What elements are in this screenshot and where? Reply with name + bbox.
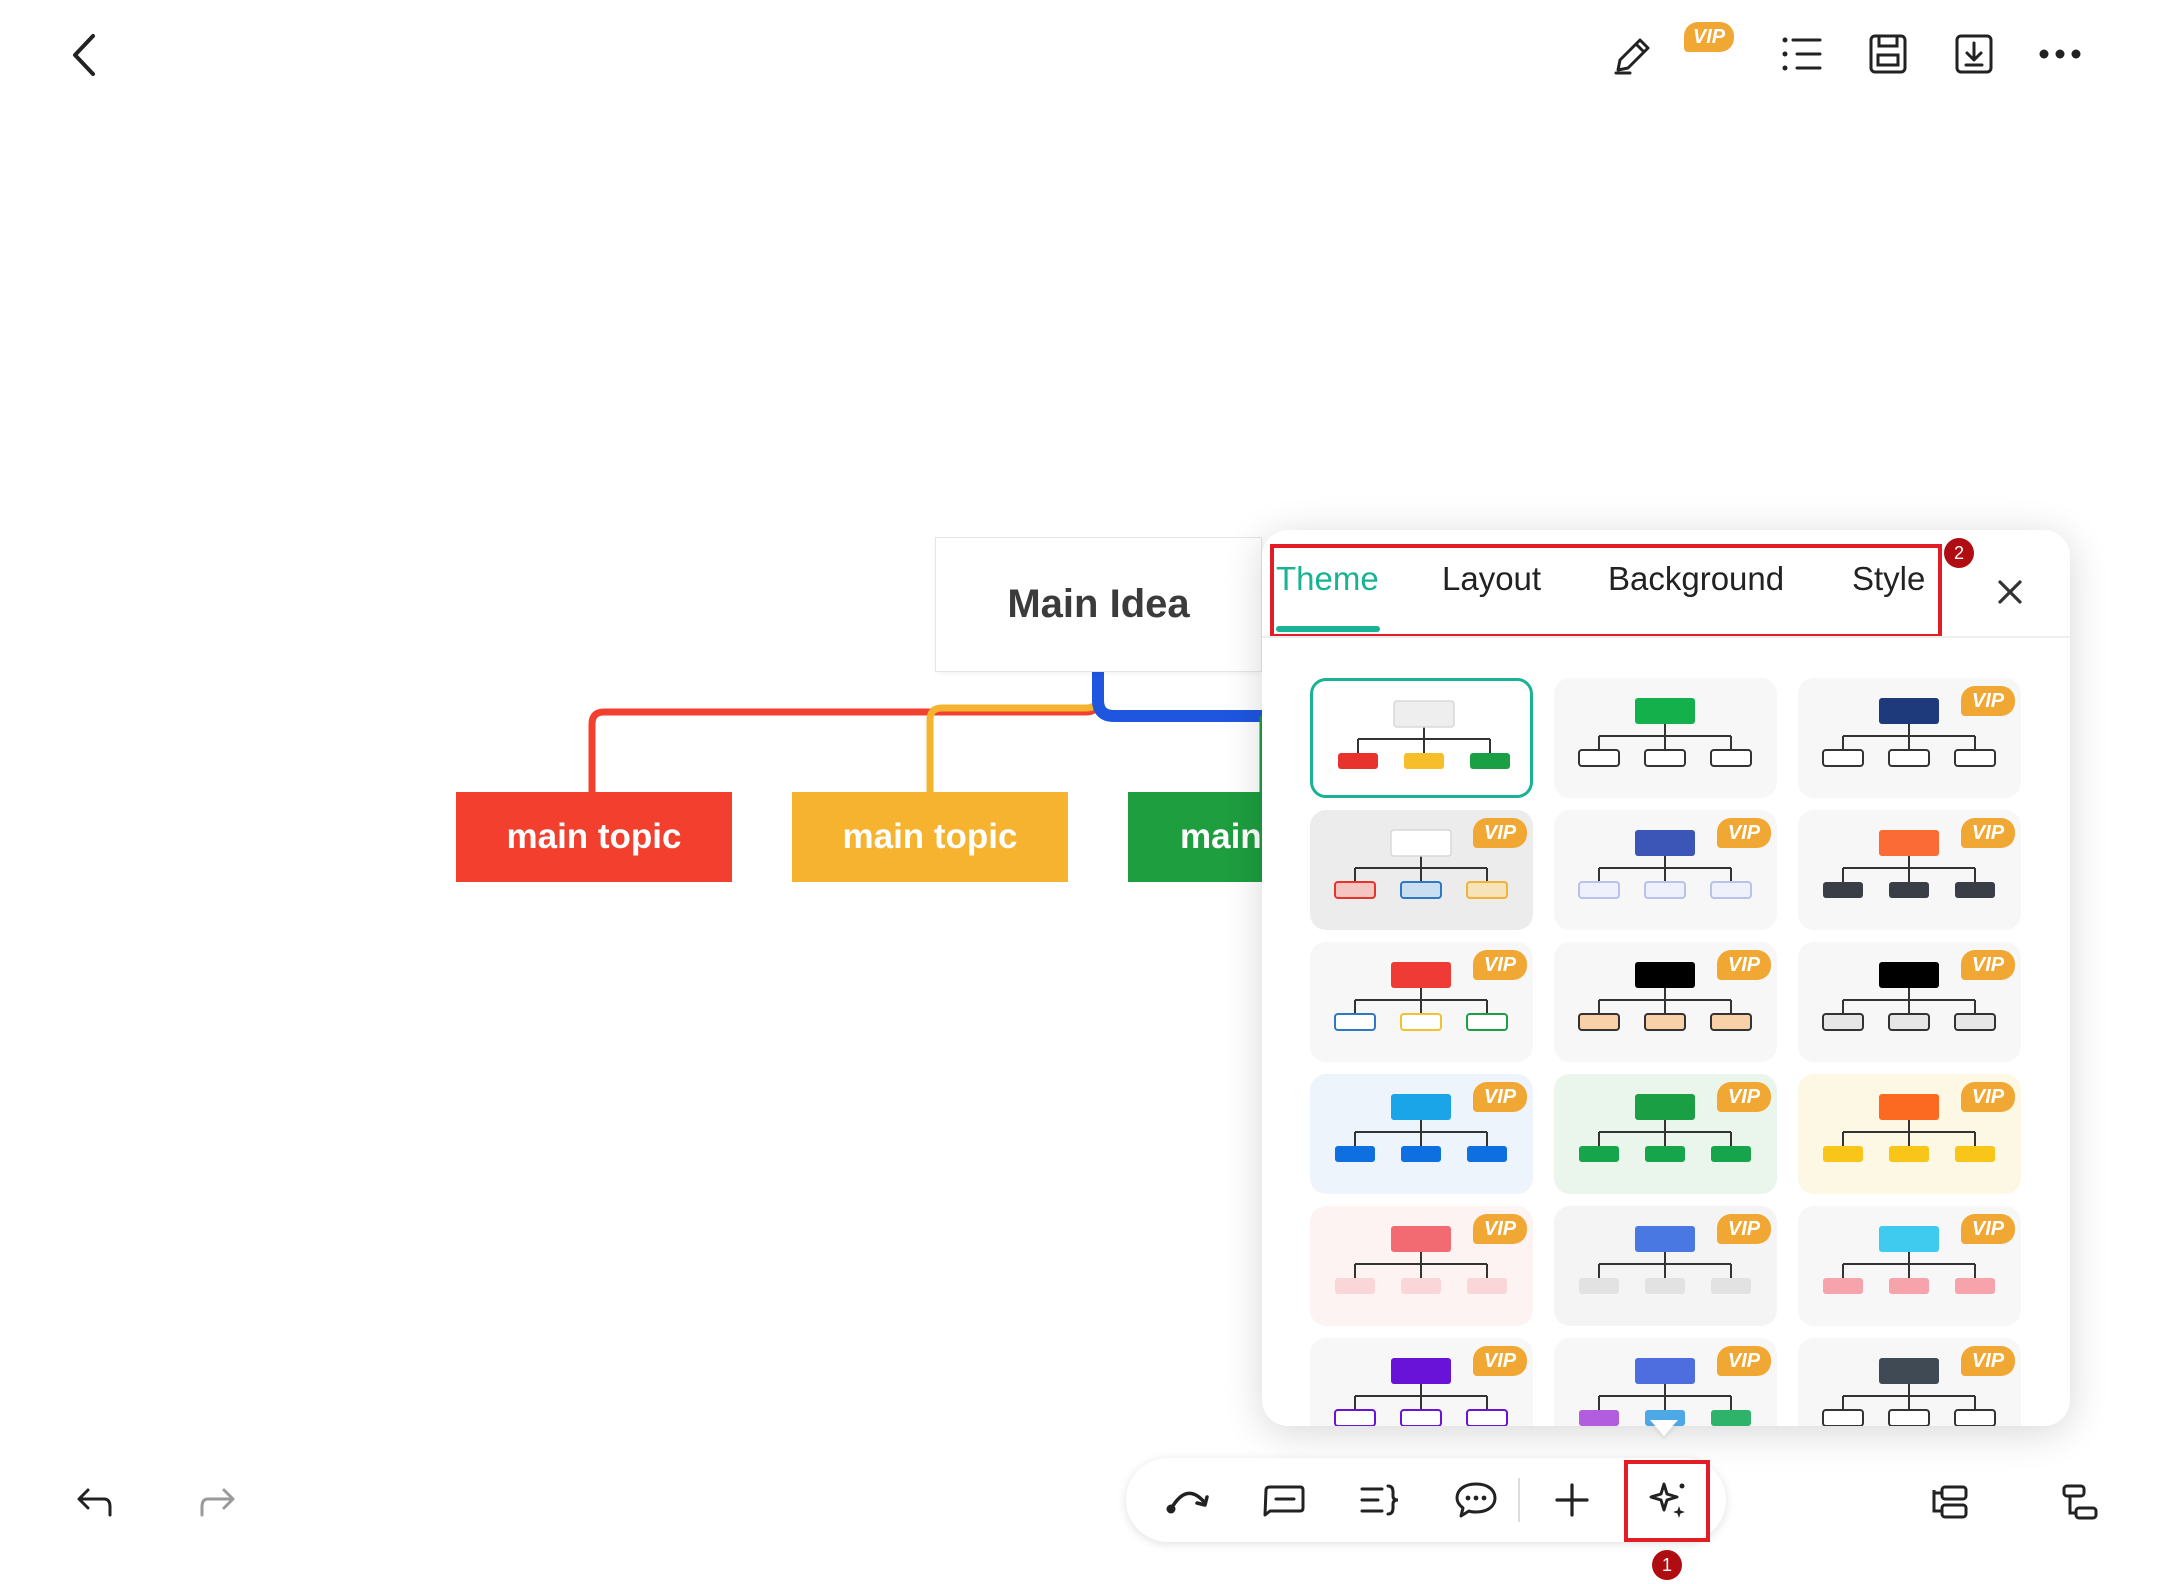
topic-label: main <box>1180 817 1262 856</box>
main-idea-label: Main Idea <box>1007 582 1190 626</box>
vip-badge: VIP <box>1473 1346 1527 1376</box>
redo-icon <box>200 1488 235 1517</box>
step-badge: 1 <box>1652 1550 1682 1580</box>
theme-card[interactable]: VIP <box>1310 810 1533 930</box>
theme-panel: Theme Layout Background Style 2 VIP VIP VI… <box>1262 530 2070 1426</box>
vip-badge: VIP <box>1717 950 1771 980</box>
theme-card[interactable]: VIP <box>1554 1206 1777 1326</box>
vip-badge: VIP <box>1473 1082 1527 1112</box>
vip-badge: VIP <box>1473 818 1527 848</box>
comment-button[interactable] <box>1444 1468 1508 1532</box>
insert-subtopic-icon <box>1932 1485 1968 1519</box>
relationship-button[interactable] <box>1156 1468 1220 1532</box>
theme-card[interactable]: VIP <box>1798 678 2021 798</box>
redo-button[interactable] <box>186 1470 250 1534</box>
add-topic-button[interactable] <box>1540 1468 1604 1532</box>
theme-card[interactable]: VIP <box>1554 942 1777 1062</box>
theme-button-highlight <box>1624 1460 1710 1542</box>
topic-label: main topic <box>506 817 682 856</box>
callout-button[interactable] <box>1252 1468 1316 1532</box>
toolbar-divider <box>1518 1478 1520 1522</box>
insert-subtopic-button[interactable] <box>1918 1470 1982 1534</box>
main-topic-node[interactable]: main topic <box>456 792 732 882</box>
close-button[interactable] <box>1978 560 2042 624</box>
topic-label: main topic <box>842 817 1018 856</box>
theme-card[interactable]: VIP <box>1554 810 1777 930</box>
main-topic-node[interactable]: main topic <box>792 792 1068 882</box>
undo-button[interactable] <box>62 1470 126 1534</box>
theme-card[interactable]: VIP <box>1554 1338 1777 1426</box>
panel-pointer <box>1650 1420 1678 1436</box>
vip-badge: VIP <box>1961 686 2015 716</box>
theme-card[interactable]: VIP <box>1798 942 2021 1062</box>
vip-badge: VIP <box>1961 818 2015 848</box>
tab-theme[interactable]: Theme <box>1276 560 1379 598</box>
tab-style[interactable]: Style <box>1852 560 1925 598</box>
theme-card[interactable]: VIP <box>1554 1074 1777 1194</box>
summary-icon <box>1360 1484 1399 1516</box>
theme-preview <box>1578 698 1752 767</box>
theme-card[interactable]: VIP <box>1798 810 2021 930</box>
theme-card[interactable]: VIP <box>1310 942 1533 1062</box>
theme-card[interactable]: VIP <box>1798 1074 2021 1194</box>
theme-card[interactable] <box>1310 678 1533 798</box>
tab-layout[interactable]: Layout <box>1442 560 1541 598</box>
vip-badge: VIP <box>1473 1214 1527 1244</box>
relationship-icon <box>1166 1491 1209 1514</box>
tab-background[interactable]: Background <box>1608 560 1784 598</box>
vip-badge: VIP <box>1961 1346 2015 1376</box>
vip-badge: VIP <box>1717 1346 1771 1376</box>
vip-badge: VIP <box>1961 1082 2015 1112</box>
vip-badge: VIP <box>1717 1214 1771 1244</box>
vip-badge: VIP <box>1961 1214 2015 1244</box>
undo-icon <box>77 1488 112 1517</box>
main-idea-node[interactable]: Main Idea <box>936 538 1261 671</box>
theme-card[interactable] <box>1554 678 1777 798</box>
divider <box>1262 636 2070 638</box>
main-topic-node[interactable]: main <box>1128 792 1262 882</box>
theme-card[interactable]: VIP <box>1798 1338 2021 1426</box>
active-tab-indicator <box>1276 626 1380 632</box>
insert-floating-button[interactable] <box>2048 1470 2112 1534</box>
insert-floating-icon <box>2062 1484 2098 1520</box>
theme-preview <box>1338 700 1510 769</box>
comment-icon <box>1455 1482 1497 1518</box>
theme-card[interactable]: VIP <box>1798 1206 2021 1326</box>
callout-icon <box>1263 1485 1305 1517</box>
close-icon <box>1998 580 2022 604</box>
add-topic-icon <box>1555 1483 1589 1517</box>
vip-badge: VIP <box>1717 1082 1771 1112</box>
vip-badge: VIP <box>1717 818 1771 848</box>
step-badge: 2 <box>1944 538 1974 568</box>
theme-card[interactable]: VIP <box>1310 1074 1533 1194</box>
theme-card[interactable]: VIP <box>1310 1338 1533 1426</box>
vip-badge: VIP <box>1473 950 1527 980</box>
vip-badge: VIP <box>1961 950 2015 980</box>
summary-button[interactable] <box>1348 1468 1412 1532</box>
theme-card[interactable]: VIP <box>1310 1206 1533 1326</box>
